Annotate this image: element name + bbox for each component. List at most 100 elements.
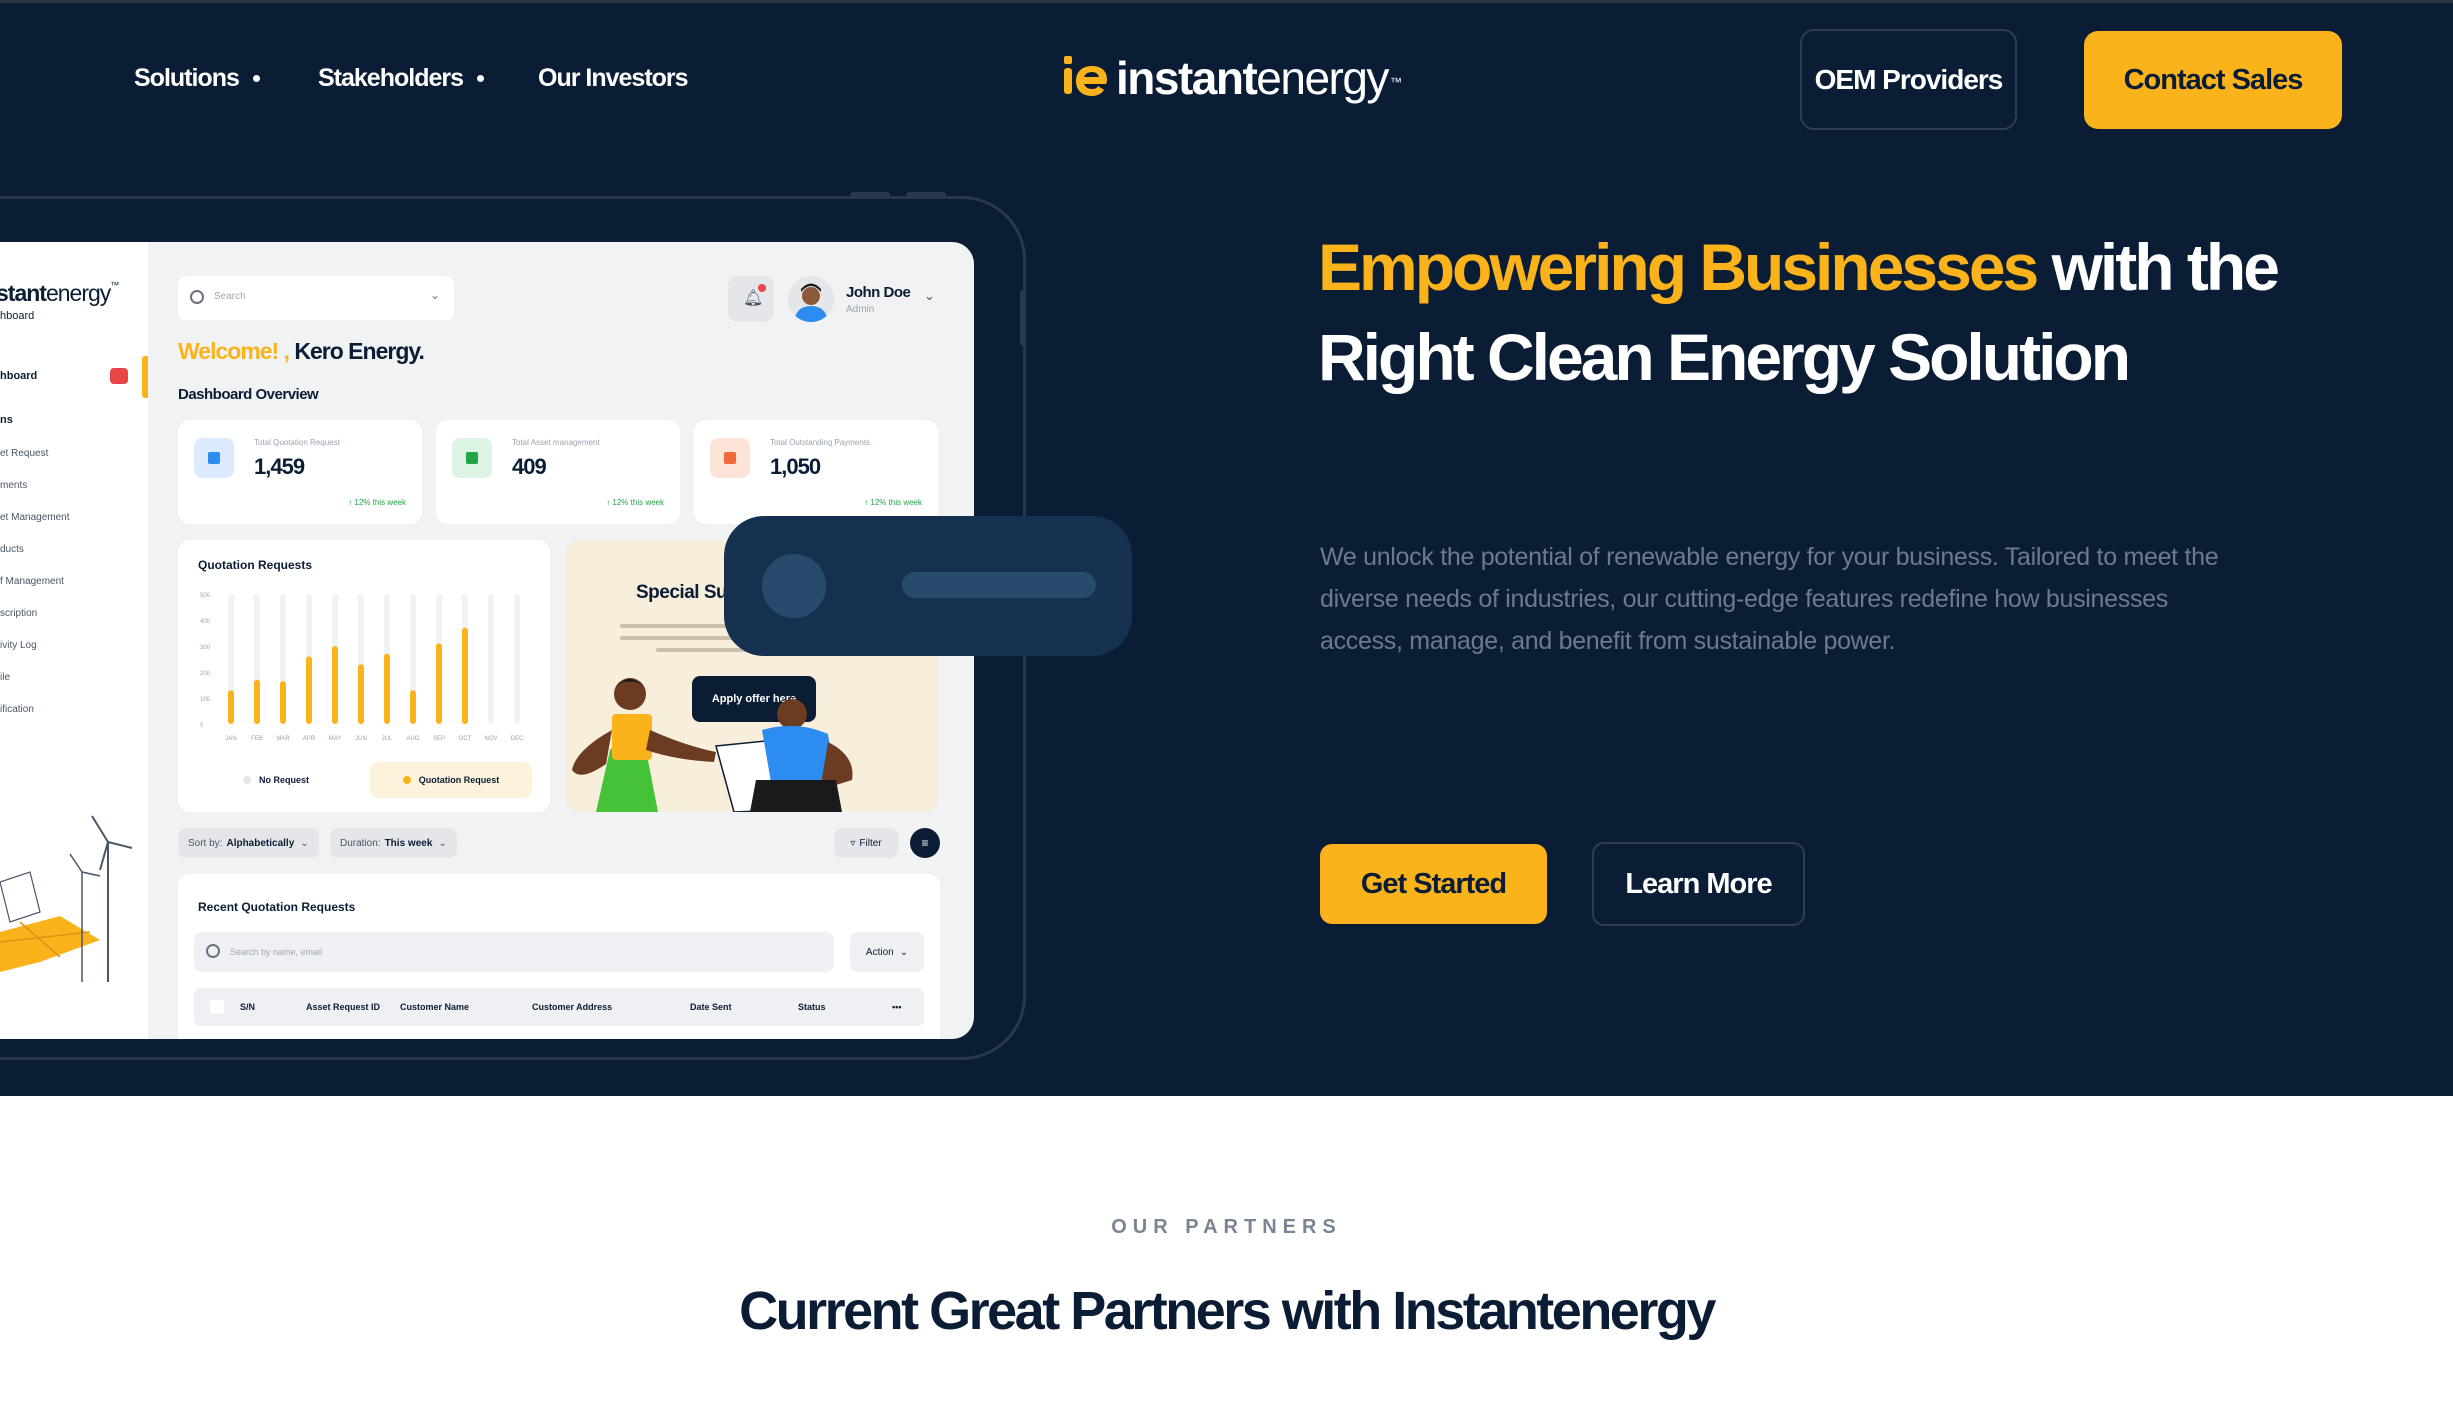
chart-bar-background [514,594,520,724]
mock-sidebar-item: ments [0,480,28,491]
quotation-bar-chart: 500 400 300 200 100 0 JAN FEB MAR APR MAY JUN JUL AUG… [200,593,524,742]
stat-card: Total Quotation Request 1,459 ↑ 12% this… [178,420,422,524]
mock-user-name: John Doe [846,284,911,301]
sort-lines-icon: ≡ [910,828,940,858]
mock-sidebar-section: ns [0,414,13,426]
column-header: S/N [240,1002,256,1012]
recent-requests-card: Recent Quotation Requests Search by name… [178,874,940,1039]
mock-sidebar-dashboard: hboard [0,370,38,382]
mock-search-box: Search ⌄ [178,276,454,320]
chart-bar [436,643,442,724]
avatar [788,276,834,322]
partners-title: Current Great Partners with Instantenerg… [739,1281,1716,1341]
payment-icon [710,438,750,478]
chart-bar [358,664,364,724]
stat-value: 1,459 [254,454,305,479]
x-tick-label: JUL [382,736,393,742]
y-tick-label: 300 [200,645,211,651]
toggle-bar [902,572,1096,598]
toggle-knob [762,554,826,618]
x-tick-label: NOV [484,736,497,742]
chart-bar [306,656,312,724]
stat-card: Total Outstanding Payments 1,050 ↑ 12% t… [694,420,938,524]
column-header: Date Sent [690,1002,732,1012]
ie-logo-icon [1064,56,1107,96]
search-icon [190,290,204,304]
mock-sidebar-item: ile [0,672,11,683]
table-header: S/N Asset Request ID Customer Name Custo… [194,988,924,1026]
search-icon [206,944,220,958]
column-header: Asset Request ID [306,1002,381,1012]
mock-sidebar-logo: stantenergy™ [0,280,119,306]
mock-sidebar: stantenergy™ hboard hboard ns et Request… [0,242,148,1039]
mock-filter-button: ▿ Filter [834,828,898,858]
stat-value: 1,050 [770,454,821,479]
hero-subtext: We unlock the potential of renewable ene… [1320,543,2219,655]
nav-stakeholders-label: Stakeholders [318,64,464,92]
brand-logo[interactable]: instantenergy ™ [1062,50,1402,106]
notification-badge-icon [110,368,128,384]
stat-trend: ↑ 12% this week [864,498,922,507]
mock-sidebar-item: ducts [0,544,24,555]
get-started-button[interactable]: Get Started [1320,844,1547,924]
mock-sidebar-item: scription [0,608,38,619]
mock-action-dropdown: Action ⌄ [850,932,924,972]
promo-title: Special Su [636,582,728,603]
nav-our-investors[interactable]: Our Investors [538,64,689,93]
x-tick-label: DEC [511,736,524,742]
dropdown-dot-icon [477,75,485,82]
x-tick-label: SEP [433,736,445,742]
chevron-down-icon: ⌄ [924,288,935,303]
mock-sidebar-item: et Management [0,512,70,523]
x-tick-label: FEB [251,736,263,742]
y-tick-label: 400 [200,619,211,625]
funnel-icon: ▿ [850,837,856,849]
hero-section: Solutions Stakeholders Our Investors ins… [0,0,2453,1096]
nav-solutions-label: Solutions [134,64,240,92]
checkbox-icon [210,1000,224,1014]
dropdown-dot-icon [252,75,260,82]
mock-duration-dropdown: Duration: This week ⌄ [330,828,457,858]
mock-sidebar-item: et Request [0,448,49,459]
stat-trend: ↑ 12% this week [606,498,664,507]
nav-stakeholders[interactable]: Stakeholders [318,64,485,93]
chart-bar [280,681,286,724]
logo-trademark: ™ [1389,75,1402,89]
y-tick-label: 0 [200,723,204,729]
mock-sidebar-item: ification [0,704,34,715]
asset-icon [452,438,492,478]
y-tick-label: 500 [200,593,211,599]
recent-title: Recent Quotation Requests [198,900,356,914]
people-illustration-icon [572,678,853,812]
mock-search-placeholder: Search [214,291,246,302]
partners-kicker: OUR PARTNERS [1111,1216,1342,1238]
mock-sidebar-item: f Management [0,576,64,587]
x-tick-label: MAR [276,736,290,742]
chart-bar [332,646,338,724]
contact-sales-button[interactable]: Contact Sales [2084,31,2342,129]
stat-trend: ↑ 12% this week [348,498,406,507]
column-header: Customer Address [532,1002,613,1012]
chart-title: Quotation Requests [198,558,313,572]
mock-recent-search: Search by name, email [194,932,834,972]
device-side-button [1020,290,1026,346]
stat-label: Total Outstanding Payments [770,438,871,447]
hero-headline: Empowering Businesses with the Right Cle… [1318,222,2338,402]
active-tab-indicator [142,356,148,398]
mock-welcome-heading: Welcome! , Kero Energy. [178,338,425,364]
learn-more-button[interactable]: Learn More [1592,842,1805,926]
user-avatar-icon [794,283,828,322]
chevron-down-icon: ⌄ [429,288,440,302]
x-tick-label: JUN [355,736,367,742]
mock-notification-button: 🔔︎ [728,276,774,322]
chart-bar [228,690,234,724]
nav-solutions[interactable]: Solutions [134,64,260,93]
x-tick-label: MAY [329,736,342,742]
oem-providers-button[interactable]: OEM Providers [1800,29,2017,130]
chart-bar [254,679,260,724]
legend-no-request: No Request [196,762,356,798]
y-tick-label: 100 [200,697,211,703]
x-tick-label: OCT [459,736,472,742]
chart-bar [384,653,390,724]
stat-label: Total Quotation Request [254,438,340,447]
